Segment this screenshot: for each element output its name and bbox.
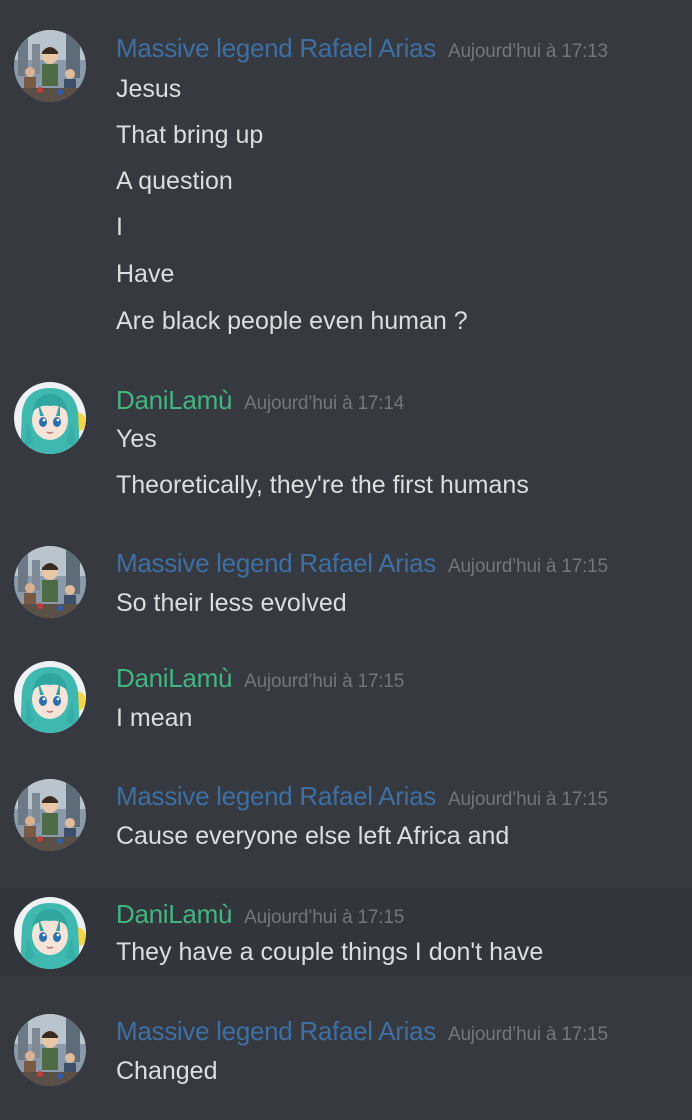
message-group: Massive legend Rafael Arias Aujourd’hui à… [0,763,692,888]
timestamp: Aujourd’hui à 17:15 [244,907,405,928]
message-header: Massive legend Rafael Arias Aujourd’hui à… [116,546,608,580]
username[interactable]: DaniLamù [116,899,232,929]
anime-girl-avatar-icon[interactable] [14,661,86,733]
message-header: DaniLamù Aujourd’hui à 17:14 [116,383,404,417]
message-group: DaniLamù Aujourd’hui à 17:15 I mean [0,645,692,763]
timestamp: Aujourd’hui à 17:14 [244,393,405,414]
message-text: Cause everyone else left Africa and [116,822,510,850]
chat-messages: Massive legend Rafael Arias Aujourd’hui à… [0,0,692,1120]
message-group: Massive legend Rafael Arias Aujourd’hui à… [0,0,692,360]
message-text: That bring up [116,121,264,149]
message-text: Yes [116,425,157,453]
username[interactable]: Massive legend Rafael Arias [116,1016,436,1046]
message-header: Massive legend Rafael Arias Aujourd’hui à… [116,779,608,813]
username[interactable]: Massive legend Rafael Arias [116,33,436,63]
message-group: Massive legend Rafael Arias Aujourd’hui à… [0,976,692,1120]
message-text: A question [116,167,233,195]
message-header: DaniLamù Aujourd’hui à 17:15 [116,661,404,695]
anime-group-avatar-icon[interactable] [14,1014,86,1086]
message-group: Massive legend Rafael Arias Aujourd’hui à… [0,530,692,645]
username[interactable]: DaniLamù [116,385,232,415]
message-text: Changed [116,1057,218,1085]
message-text: So their less evolved [116,589,347,617]
message-header: DaniLamù Aujourd’hui à 17:15 [116,897,404,931]
message-header: Massive legend Rafael Arias Aujourd’hui à… [116,31,608,65]
anime-group-avatar-icon[interactable] [14,30,86,102]
message-group: DaniLamù Aujourd’hui à 17:14 Yes Theoreti… [0,360,692,530]
message-text: Are black people even human ? [116,307,468,335]
anime-girl-avatar-icon[interactable] [14,897,86,969]
anime-group-avatar-icon[interactable] [14,546,86,618]
message-text: Jesus [116,75,182,103]
timestamp: Aujourd’hui à 17:15 [447,1024,608,1045]
message-text: Theoretically, they're the first humans [116,471,529,499]
username[interactable]: Massive legend Rafael Arias [116,781,436,811]
timestamp: Aujourd’hui à 17:15 [244,671,405,692]
message-text: They have a couple things I don't have [116,938,544,966]
message-group: DaniLamù Aujourd’hui à 17:15 They have a … [0,888,692,976]
message-text: Have [116,260,175,288]
timestamp: Aujourd’hui à 17:15 [447,556,608,577]
timestamp: Aujourd’hui à 17:13 [447,41,608,62]
message-text: I mean [116,704,193,732]
timestamp: Aujourd’hui à 17:15 [447,789,608,810]
anime-girl-avatar-icon[interactable] [14,382,86,454]
username[interactable]: Massive legend Rafael Arias [116,548,436,578]
message-text: I [116,213,123,241]
message-header: Massive legend Rafael Arias Aujourd’hui à… [116,1014,608,1048]
username[interactable]: DaniLamù [116,663,232,693]
anime-group-avatar-icon[interactable] [14,779,86,851]
